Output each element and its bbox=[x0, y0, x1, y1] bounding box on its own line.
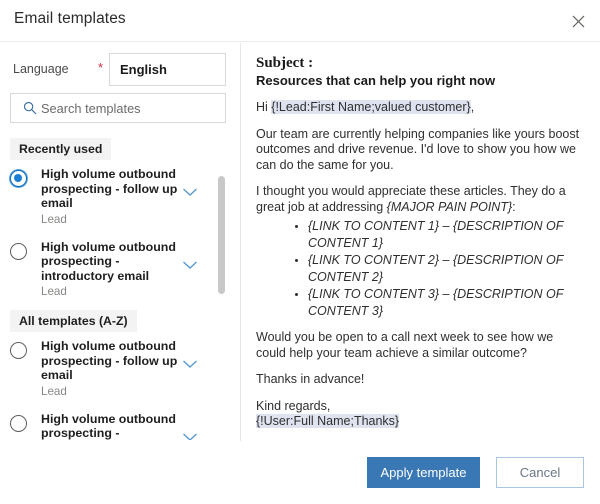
close-button[interactable] bbox=[564, 7, 592, 35]
greeting-paragraph: Hi {!Lead:First Name;valued customer}, bbox=[256, 100, 586, 116]
template-radio[interactable] bbox=[10, 415, 27, 432]
template-list-scrollbar[interactable] bbox=[218, 176, 226, 356]
template-text: High volume outbound prospecting - intro… bbox=[41, 412, 194, 441]
search-icon bbox=[19, 101, 41, 115]
cancel-button[interactable]: Cancel bbox=[496, 457, 584, 488]
chevron-down-icon[interactable] bbox=[182, 184, 198, 194]
group-header-recently-used: Recently used bbox=[10, 138, 111, 160]
template-subtitle: Lead bbox=[41, 213, 194, 226]
templates-panel: Language * English Recently used High bbox=[0, 43, 241, 441]
signoff-line: Kind regards, bbox=[256, 399, 330, 413]
template-title: High volume outbound prospecting - follo… bbox=[41, 167, 194, 211]
list-item[interactable]: High volume outbound prospecting - intro… bbox=[0, 233, 240, 306]
signoff-block: Kind regards,{!User:Full Name;Thanks} bbox=[256, 399, 586, 430]
template-group-all-templates: All templates (A-Z) High volume outbound… bbox=[0, 305, 240, 440]
search-input[interactable] bbox=[41, 101, 206, 116]
email-templates-dialog: Email templates Language * English bbox=[0, 0, 600, 504]
template-subtitle: Lead bbox=[41, 385, 194, 398]
template-title: High volume outbound prospecting - intro… bbox=[41, 240, 194, 284]
search-box[interactable] bbox=[10, 93, 226, 123]
body-paragraph-1: Our team are currently helping companies… bbox=[256, 127, 586, 174]
language-select[interactable]: English bbox=[109, 53, 226, 86]
required-marker: * bbox=[98, 61, 103, 75]
body-paragraph-4: Thanks in advance! bbox=[256, 372, 586, 388]
template-preview: Subject : Resources that can help you ri… bbox=[242, 43, 600, 441]
language-row: Language * English bbox=[0, 53, 241, 87]
greeting-prefix: Hi bbox=[256, 100, 271, 114]
greeting-suffix: , bbox=[471, 100, 474, 114]
merge-token-lead-first-name: {!Lead:First Name;valued customer} bbox=[271, 100, 470, 114]
list-item: {LINK TO CONTENT 2} – {DESCRIPTION OF CO… bbox=[308, 252, 586, 285]
body-paragraph-2: I thought you would appreciate these art… bbox=[256, 184, 586, 215]
template-text: High volume outbound prospecting - follo… bbox=[41, 339, 194, 398]
template-list[interactable]: Recently used High volume outbound prosp… bbox=[0, 133, 240, 440]
apply-template-button[interactable]: Apply template bbox=[367, 457, 480, 488]
paragraph-2-suffix: : bbox=[512, 200, 515, 214]
content-links-list: {LINK TO CONTENT 1} – {DESCRIPTION OF CO… bbox=[256, 218, 586, 319]
close-icon bbox=[572, 15, 585, 28]
template-group-recently-used: Recently used High volume outbound prosp… bbox=[0, 133, 240, 305]
chevron-down-icon[interactable] bbox=[182, 429, 198, 439]
template-text: High volume outbound prospecting - intro… bbox=[41, 240, 194, 299]
template-title: High volume outbound prospecting - intro… bbox=[41, 412, 194, 441]
group-header-all-templates: All templates (A-Z) bbox=[10, 310, 137, 332]
template-radio[interactable] bbox=[10, 342, 27, 359]
subject-value: Resources that can help you right now bbox=[256, 72, 586, 89]
template-text: High volume outbound prospecting - follo… bbox=[41, 167, 194, 226]
subject-label: Subject : bbox=[256, 55, 586, 72]
scrollbar-thumb[interactable] bbox=[218, 176, 225, 294]
template-subtitle: Lead bbox=[41, 285, 194, 298]
list-item: {LINK TO CONTENT 3} – {DESCRIPTION OF CO… bbox=[308, 286, 586, 319]
merge-token-user-full-name: {!User:Full Name;Thanks} bbox=[256, 414, 399, 428]
body-paragraph-3: Would you be open to a call next week to… bbox=[256, 330, 586, 361]
template-radio[interactable] bbox=[10, 243, 27, 260]
language-label: Language bbox=[13, 62, 69, 76]
template-radio[interactable] bbox=[10, 170, 27, 187]
dialog-header: Email templates bbox=[0, 0, 600, 42]
dialog-footer: Apply template Cancel bbox=[0, 442, 600, 504]
chevron-down-icon[interactable] bbox=[182, 257, 198, 267]
list-item[interactable]: High volume outbound prospecting - follo… bbox=[0, 332, 240, 405]
template-title: High volume outbound prospecting - follo… bbox=[41, 339, 194, 383]
list-item[interactable]: High volume outbound prospecting - follo… bbox=[0, 160, 240, 233]
chevron-down-icon[interactable] bbox=[182, 356, 198, 366]
merge-token-pain-point: {MAJOR PAIN POINT} bbox=[387, 200, 513, 214]
list-item[interactable]: High volume outbound prospecting - intro… bbox=[0, 405, 240, 441]
page-title: Email templates bbox=[14, 10, 126, 28]
list-item: {LINK TO CONTENT 1} – {DESCRIPTION OF CO… bbox=[308, 218, 586, 251]
